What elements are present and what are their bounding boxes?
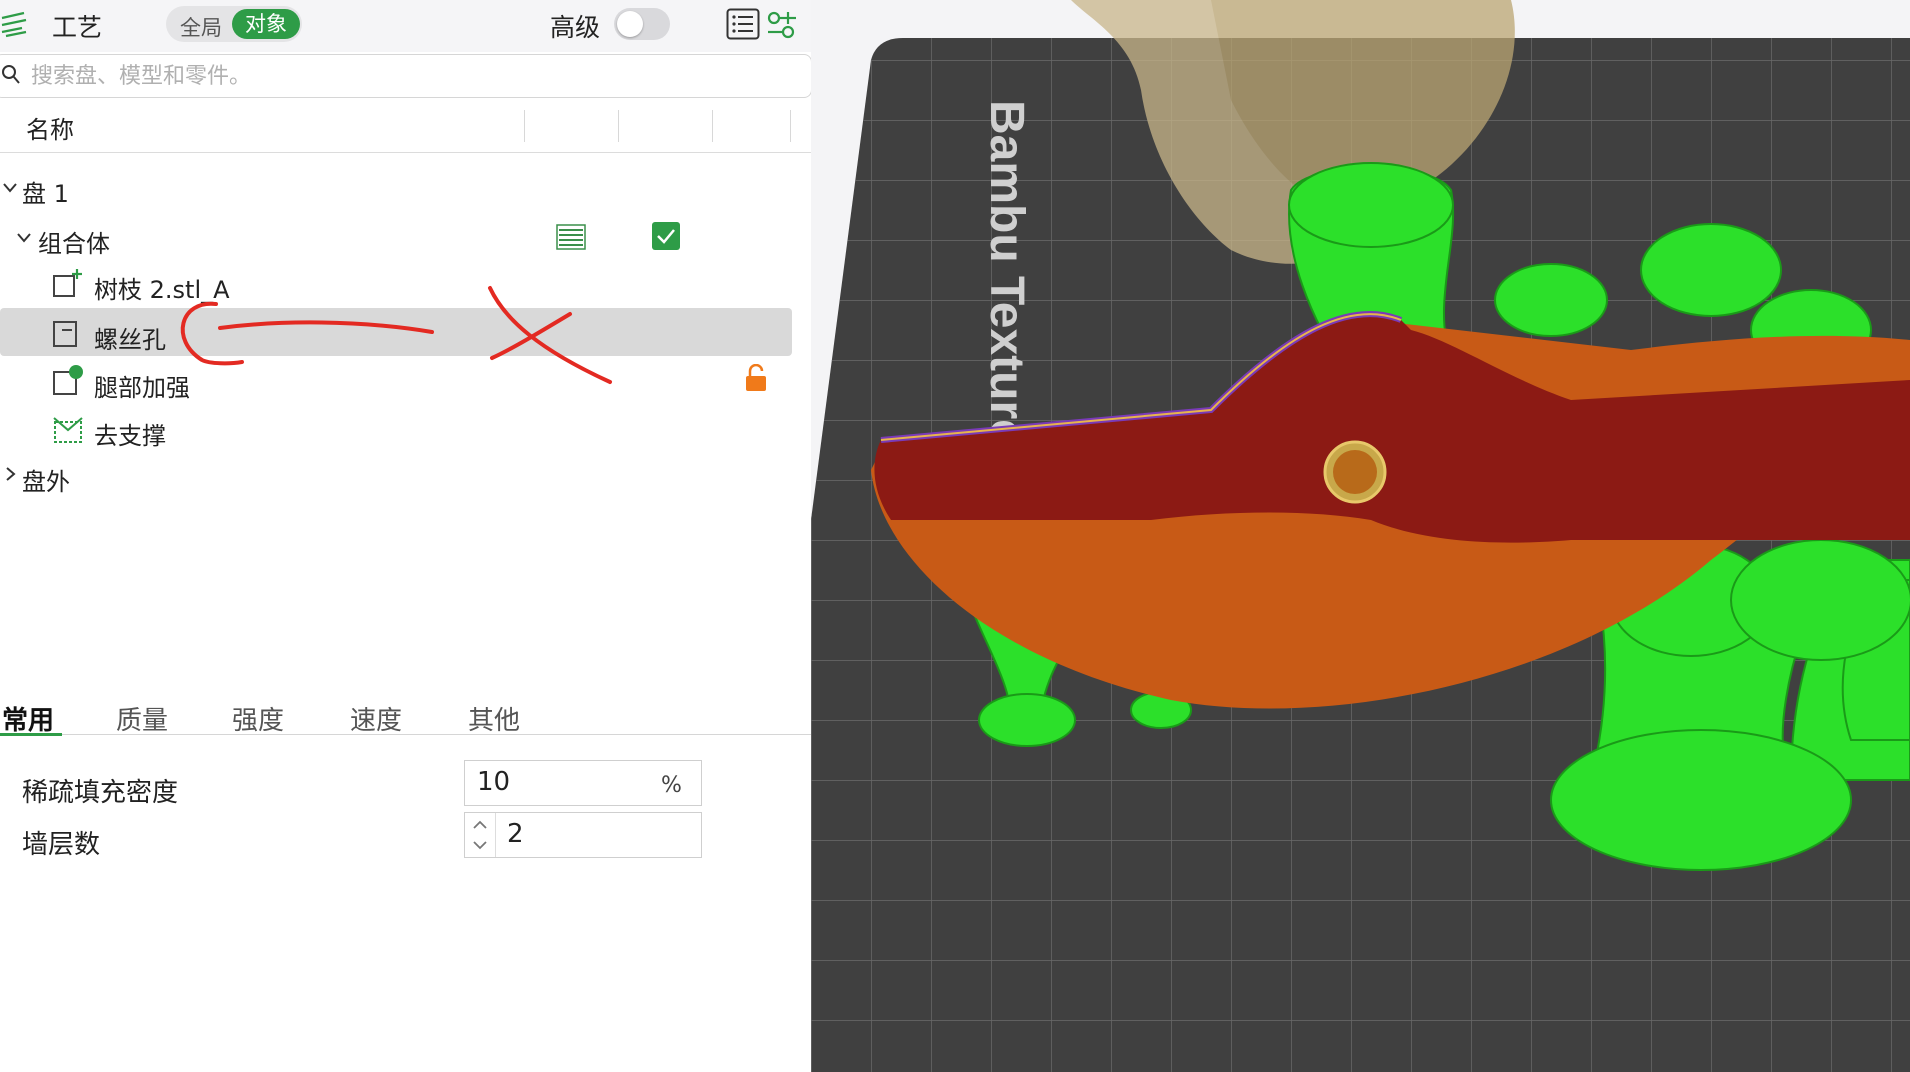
viewport-scene: Bambu Textured [811, 0, 1910, 1072]
infill-density-label: 稀疏填充密度 [22, 778, 179, 808]
stepper-up-icon[interactable] [471, 817, 489, 836]
tree-item-part[interactable]: 螺丝孔 [94, 320, 166, 355]
list-view-icon[interactable] [726, 8, 760, 44]
tab-divider [0, 734, 811, 735]
search-input[interactable] [29, 61, 793, 91]
tab-quality[interactable]: 质量 [116, 700, 168, 737]
infill-density-field[interactable]: 10 % [464, 760, 702, 806]
settings-adjust-icon[interactable] [766, 10, 798, 44]
search-icon [1, 64, 21, 90]
top-bar: 工艺 全局 对象 高级 [0, 0, 811, 52]
chevron-down-icon[interactable] [16, 230, 32, 249]
support-blocker-icon [52, 414, 84, 450]
3d-viewport[interactable]: Bambu Textured [811, 0, 1910, 1072]
chevron-down-icon[interactable] [2, 180, 18, 199]
column-divider [790, 110, 791, 142]
active-tab-indicator [0, 733, 62, 736]
process-panel: 工艺 全局 对象 高级 搜索盘、模型和零件。 名称 盘 1 组合体 树枝 2.s… [0, 0, 811, 1072]
infill-density-value[interactable]: 10 [477, 767, 510, 797]
checkbox-checked-icon[interactable] [652, 222, 680, 254]
panel-title: 工艺 [52, 13, 103, 42]
search-box[interactable] [0, 54, 811, 98]
tab-common[interactable]: 常用 [2, 700, 54, 737]
hand-drawn-annotation [180, 286, 612, 384]
column-divider [618, 110, 619, 142]
layer-settings-icon[interactable] [556, 224, 586, 254]
scope-global-option[interactable]: 全局 [180, 12, 222, 42]
stepper-down-icon[interactable] [471, 837, 489, 856]
wall-loops-value[interactable]: 2 [507, 819, 524, 849]
tree-item-plate[interactable]: 盘 1 [22, 174, 69, 209]
tab-speed[interactable]: 速度 [350, 700, 402, 737]
tree-item-outside-plate[interactable]: 盘外 [22, 462, 70, 497]
tree-item-assembly[interactable]: 组合体 [38, 224, 110, 259]
add-part-icon [52, 268, 84, 304]
tree-item-part[interactable]: 去支撑 [94, 416, 166, 451]
modifier-icon [52, 364, 84, 400]
column-divider [524, 110, 525, 142]
tab-strength[interactable]: 强度 [232, 700, 284, 737]
infill-unit: % [661, 773, 682, 798]
header-divider [0, 152, 811, 153]
column-name-header: 名称 [26, 116, 74, 144]
toggle-knob [617, 11, 643, 37]
advanced-toggle[interactable] [614, 8, 670, 40]
unlocked-lock-icon[interactable] [744, 363, 768, 396]
chevron-right-icon[interactable] [4, 466, 18, 486]
negative-part-icon [52, 318, 84, 354]
advanced-label: 高级 [550, 13, 601, 42]
scope-toggle[interactable]: 全局 对象 [166, 6, 302, 42]
tab-others[interactable]: 其他 [468, 700, 520, 737]
process-icon[interactable] [0, 10, 30, 44]
wall-loops-field[interactable]: 2 [464, 812, 702, 858]
bed-label: Bambu Textured [980, 100, 1033, 475]
stepper-divider [495, 813, 496, 857]
wall-loops-label: 墙层数 [22, 830, 101, 860]
column-divider [712, 110, 713, 142]
scope-object-option[interactable]: 对象 [232, 9, 300, 39]
